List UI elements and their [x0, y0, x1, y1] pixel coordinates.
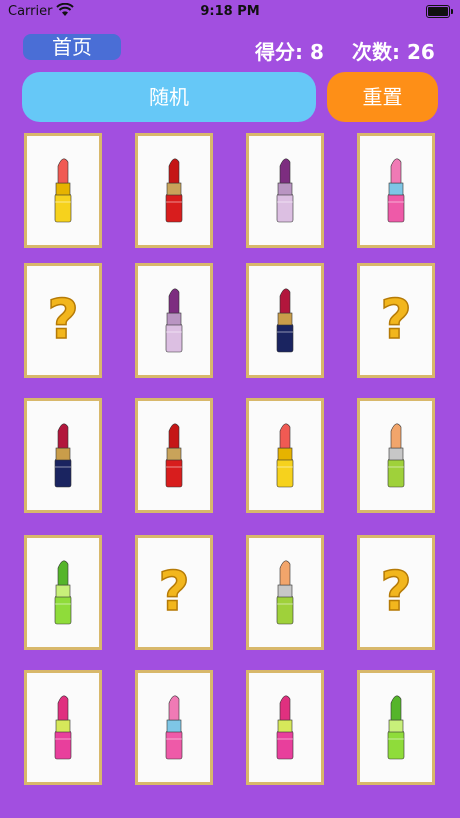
- memory-card[interactable]: [24, 670, 102, 785]
- svg-text:?: ?: [158, 560, 189, 623]
- lipstick-magenta-icon: [54, 695, 72, 760]
- memory-card[interactable]: [246, 670, 324, 785]
- lipstick-green-icon: [387, 695, 405, 760]
- memory-card[interactable]: [246, 535, 324, 650]
- memory-card[interactable]: [24, 398, 102, 513]
- question-mark-icon: ?: [47, 287, 80, 352]
- memory-card[interactable]: [135, 398, 213, 513]
- battery-icon: [426, 5, 453, 18]
- memory-card[interactable]: [357, 670, 435, 785]
- memory-card[interactable]: [135, 133, 213, 248]
- random-button[interactable]: 随机: [22, 72, 316, 122]
- lipstick-peach-icon: [387, 423, 405, 488]
- lipstick-coral-icon: [276, 423, 294, 488]
- memory-card[interactable]: [246, 398, 324, 513]
- home-button[interactable]: 首页: [23, 34, 121, 60]
- lipstick-peach-icon: [276, 560, 294, 625]
- memory-card[interactable]: [246, 133, 324, 248]
- memory-card[interactable]: [24, 535, 102, 650]
- memory-card[interactable]: ?: [357, 263, 435, 378]
- lipstick-pink-icon: [387, 158, 405, 223]
- question-mark-icon: ?: [158, 559, 191, 624]
- reset-button[interactable]: 重置: [327, 72, 438, 122]
- memory-card[interactable]: ?: [24, 263, 102, 378]
- memory-card[interactable]: [135, 670, 213, 785]
- svg-text:?: ?: [380, 560, 411, 623]
- lipstick-magenta-icon: [276, 695, 294, 760]
- memory-card[interactable]: [357, 133, 435, 248]
- memory-card[interactable]: [357, 398, 435, 513]
- svg-text:?: ?: [380, 288, 411, 351]
- lipstick-red-icon: [165, 423, 183, 488]
- lipstick-coral-icon: [54, 158, 72, 223]
- question-mark-icon: ?: [380, 559, 413, 624]
- score-label: 得分: 8: [255, 40, 324, 64]
- lipstick-lilac-icon: [165, 288, 183, 353]
- svg-text:?: ?: [47, 288, 78, 351]
- memory-card[interactable]: ?: [135, 535, 213, 650]
- status-bar: Carrier 9:18 PM: [0, 0, 460, 26]
- memory-card[interactable]: ?: [357, 535, 435, 650]
- lipstick-lilac-icon: [276, 158, 294, 223]
- lipstick-navy-icon: [276, 288, 294, 353]
- question-mark-icon: ?: [380, 287, 413, 352]
- lipstick-pink-icon: [165, 695, 183, 760]
- moves-label: 次数: 26: [352, 40, 435, 64]
- memory-card[interactable]: [24, 133, 102, 248]
- lipstick-green-icon: [54, 560, 72, 625]
- clock: 9:18 PM: [200, 4, 260, 19]
- memory-card[interactable]: [135, 263, 213, 378]
- lipstick-navy-icon: [54, 423, 72, 488]
- memory-card[interactable]: [246, 263, 324, 378]
- lipstick-red-icon: [165, 158, 183, 223]
